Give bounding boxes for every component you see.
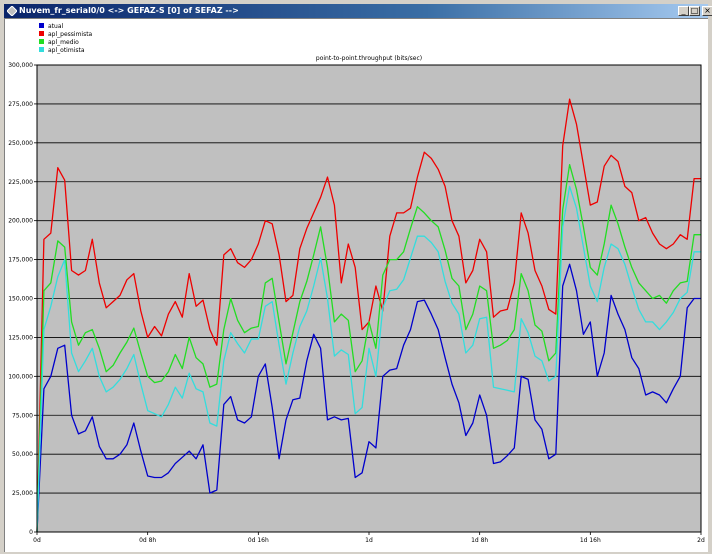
y-tick-label: 300,000 xyxy=(8,62,33,69)
y-tick-label: 150,000 xyxy=(8,296,33,303)
y-tick-label: 75,000 xyxy=(12,412,33,419)
application-window: Nuvem_fr_serial0/0 <-> GEFAZ-S [0] of SE… xyxy=(0,0,712,554)
x-tick-label: 1d 16h xyxy=(580,537,601,544)
close-button[interactable]: × xyxy=(702,6,712,16)
y-tick-label: 50,000 xyxy=(12,451,33,458)
minimize-icon: _ xyxy=(681,6,686,15)
x-tick-label: 0d xyxy=(33,537,41,544)
legend-swatch xyxy=(39,23,44,28)
y-tick-label: 125,000 xyxy=(8,334,33,341)
legend-label: apl_pessimista xyxy=(48,31,93,38)
close-icon: × xyxy=(704,6,711,15)
window-title: Nuvem_fr_serial0/0 <-> GEFAZ-S [0] of SE… xyxy=(19,6,239,15)
x-tick-label: 1d 8h xyxy=(471,537,488,544)
minimize-button[interactable]: _ xyxy=(678,6,689,16)
y-tick-label: 200,000 xyxy=(8,218,33,225)
y-tick-label: 100,000 xyxy=(8,373,33,380)
chart-title: point-to-point.throughput (bits/sec) xyxy=(316,55,422,62)
y-tick-label: 275,000 xyxy=(8,101,33,108)
x-tick-label: 0d 16h xyxy=(248,537,269,544)
x-tick-label: 0d 8h xyxy=(139,537,156,544)
legend-swatch xyxy=(39,31,44,36)
y-tick-label: 0 xyxy=(29,529,33,536)
x-axis: 0d 0d 8h 0d 16h 1d 1d 8h 1d 16h 2d xyxy=(33,532,705,544)
chart-client-area: atual apl_pessimista apl_medio apl_otimista… xyxy=(4,18,708,552)
legend: atualapl_pessimistaapl_medioapl_otimista xyxy=(39,23,93,54)
y-tick-label: 25,000 xyxy=(12,490,33,497)
y-tick-label: 225,000 xyxy=(8,179,33,186)
legend-label: apl_otimista xyxy=(48,47,85,54)
legend-swatch xyxy=(39,47,44,52)
y-axis: 0 25,000 50,000 75,000 100,000 125,000 150,000… xyxy=(8,62,37,536)
x-tick-label: 1d xyxy=(365,537,373,544)
maximize-icon: □ xyxy=(690,6,699,15)
app-icon xyxy=(7,6,17,16)
y-tick-label: 175,000 xyxy=(8,257,33,264)
y-tick-label: 250,000 xyxy=(8,140,33,147)
maximize-button[interactable]: □ xyxy=(689,6,700,16)
chart-canvas: atualapl_pessimistaapl_medioapl_otimista… xyxy=(8,23,705,544)
legend-swatch xyxy=(39,39,44,44)
legend-label: atual xyxy=(48,23,64,30)
legend-label: apl_medio xyxy=(48,39,79,46)
title-bar[interactable]: Nuvem_fr_serial0/0 <-> GEFAZ-S [0] of SE… xyxy=(4,4,712,18)
x-tick-label: 2d xyxy=(697,537,705,544)
